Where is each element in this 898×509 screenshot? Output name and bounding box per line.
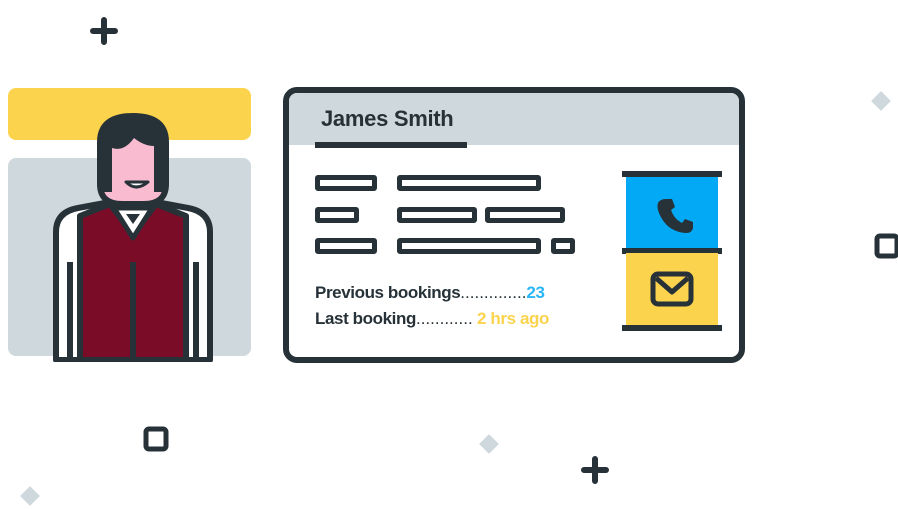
phone-icon xyxy=(657,199,693,233)
placeholder-line xyxy=(397,175,541,191)
button-divider xyxy=(622,325,722,331)
email-button[interactable] xyxy=(626,253,718,327)
diamond-decoration xyxy=(479,434,499,454)
placeholder-line xyxy=(485,207,565,223)
plus-decoration xyxy=(581,456,609,484)
diamond-decoration xyxy=(871,91,891,111)
placeholder-line xyxy=(397,207,477,223)
square-decoration xyxy=(143,426,169,452)
last-booking-row: Last booking............ 2 hrs ago xyxy=(315,309,549,329)
previous-bookings-label: Previous bookings xyxy=(315,283,461,302)
call-button[interactable] xyxy=(626,177,718,249)
previous-bookings-value: 23 xyxy=(526,283,545,302)
mail-icon xyxy=(650,271,694,307)
last-booking-value: 2 hrs ago xyxy=(477,309,549,328)
plus-decoration xyxy=(90,17,118,45)
contact-card: James Smith Previous bookings...........… xyxy=(283,87,745,363)
last-booking-label: Last booking xyxy=(315,309,416,328)
placeholder-line xyxy=(315,238,377,254)
diamond-decoration xyxy=(20,486,40,506)
person-avatar-icon xyxy=(53,112,213,362)
name-underline xyxy=(315,142,467,148)
placeholder-line xyxy=(397,238,541,254)
square-decoration xyxy=(874,233,898,259)
placeholder-line xyxy=(551,238,575,254)
placeholder-line xyxy=(315,175,377,191)
last-booking-dots: ............ xyxy=(415,309,473,328)
previous-bookings-row: Previous bookings..............23 xyxy=(315,283,545,303)
previous-bookings-dots: .............. xyxy=(460,283,527,302)
placeholder-line xyxy=(315,207,359,223)
contact-name: James Smith xyxy=(321,106,454,131)
